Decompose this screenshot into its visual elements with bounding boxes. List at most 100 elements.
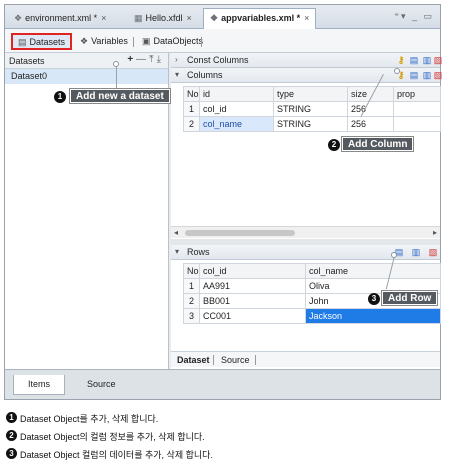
table-row[interactable]: 1 col_id STRING 256 — [183, 101, 441, 117]
columns-table: No id type size prop 1 col_id STRING 256… — [183, 86, 441, 132]
footnote-text: Dataset Object를 추가, 삭제 합니다. — [20, 414, 159, 424]
tab-source[interactable]: Source — [73, 375, 130, 395]
add-column-icon[interactable]: ▤ — [409, 55, 419, 65]
dataobjects-icon: ▣ — [142, 36, 151, 46]
collapse-icon[interactable]: ▾ — [175, 70, 179, 79]
import-icon[interactable]: ⤒ — [149, 54, 156, 65]
footnote-item: 2 Dataset Object의 컬럼 정보를 추가, 삭제 합니다. — [6, 430, 213, 448]
tab-dataobjects[interactable]: ▣ DataObjects — [137, 33, 208, 50]
row-number: 2 — [183, 293, 200, 309]
sub-tab-bar: ▤ Datasets ❖ Variables ▣ DataObjects — [5, 29, 440, 53]
column-header: col_name — [305, 263, 441, 279]
delete-row-icon[interactable]: ▧ — [428, 247, 438, 257]
table-cell[interactable]: col_id — [199, 101, 274, 117]
insert-column-icon[interactable]: ▥ — [422, 55, 432, 65]
export-icon[interactable]: ⤓ — [157, 54, 164, 65]
callout-number-badge: 1 — [54, 91, 66, 103]
tab-items[interactable]: Items — [13, 375, 66, 395]
tab-environment-xml[interactable]: ❖ environment.xml * × — [7, 8, 113, 29]
table-cell[interactable]: STRING — [273, 101, 348, 117]
table-cell-editing[interactable]: Jackson — [305, 308, 441, 324]
column-header: No — [183, 86, 200, 102]
column-header: col_id — [199, 263, 306, 279]
callout-anchor-dot — [391, 252, 397, 258]
close-icon[interactable]: × — [187, 13, 192, 23]
footnote-number-badge: 1 — [6, 412, 17, 423]
window-controls[interactable]: ⁼▾ _ ▭ — [394, 11, 434, 22]
tab-source[interactable]: Source — [221, 355, 250, 365]
table-row[interactable]: 3 CC001 Jackson — [183, 308, 441, 324]
rows-title: Rows — [187, 247, 210, 257]
delete-column-icon[interactable]: ▧ — [433, 70, 443, 80]
column-header: type — [273, 86, 348, 102]
column-header: No — [183, 263, 200, 279]
add-column-icon[interactable]: ▤ — [409, 70, 419, 80]
table-cell[interactable] — [393, 101, 441, 117]
table-row[interactable]: 2 col_name STRING 256 — [183, 116, 441, 132]
columns-title: Columns — [187, 70, 223, 80]
tab-separator — [201, 37, 202, 47]
table-header-row: No id type size prop — [183, 86, 441, 102]
tab-separator — [133, 37, 134, 47]
tab-appvariables-xml[interactable]: ❖ appvariables.xml * × — [203, 8, 317, 29]
key-icon[interactable]: ⚷ — [396, 55, 406, 65]
footnote-item: 3 Dataset Object 컬럼의 데이터를 추가, 삭제 합니다. — [6, 448, 213, 466]
row-number: 1 — [183, 101, 200, 117]
scroll-left-icon[interactable]: ◂ — [174, 228, 178, 237]
table-cell[interactable]: STRING — [273, 116, 348, 132]
tab-datasets[interactable]: ▤ Datasets — [11, 33, 73, 50]
tab-variables[interactable]: ❖ Variables — [75, 33, 133, 50]
column-header: id — [199, 86, 274, 102]
callout-leader-line — [116, 64, 117, 92]
callout-add-dataset: Add new a dataset — [70, 89, 170, 103]
row-number: 2 — [183, 116, 200, 132]
dataset-list-item[interactable]: Dataset0 — [5, 69, 168, 84]
dataset-detail-area: › Const Columns ⚷ ▤ ▥ ▧ ▾ Columns ⚷ ▤ ▥ … — [171, 53, 443, 369]
insert-column-icon[interactable]: ▥ — [422, 70, 432, 80]
row-number: 1 — [183, 278, 200, 294]
close-icon[interactable]: × — [101, 13, 106, 23]
callout-anchor-dot — [113, 61, 119, 67]
add-dataset-icon[interactable]: + — [127, 54, 136, 65]
collapse-icon[interactable]: ▾ — [175, 247, 179, 256]
scroll-right-icon[interactable]: ▸ — [433, 228, 437, 237]
callout-number-badge: 2 — [328, 139, 340, 151]
bottom-tab-bar: Items Source — [5, 369, 440, 399]
callout-add-row: Add Row — [382, 291, 438, 305]
table-cell[interactable]: 256 — [347, 101, 394, 117]
datasets-panel-title: Datasets — [9, 56, 45, 66]
insert-row-icon[interactable]: ▥ — [411, 247, 421, 257]
const-columns-header[interactable]: › Const Columns ⚷ ▤ ▥ ▧ — [171, 53, 443, 68]
footnote-number-badge: 2 — [6, 430, 17, 441]
scrollbar-thumb[interactable] — [185, 230, 295, 236]
rows-header[interactable]: ▾ Rows ▤ ▥ ▧ — [171, 245, 440, 260]
expand-icon[interactable]: › — [175, 55, 178, 64]
datasets-panel-header: Datasets +—⤒⤓ — [5, 53, 168, 69]
row-number: 3 — [183, 308, 200, 324]
footnote-number-badge: 3 — [6, 448, 17, 459]
tab-separator — [255, 355, 256, 365]
table-cell[interactable]: AA991 — [199, 278, 306, 294]
datasets-toolbar: +—⤒⤓ — [127, 54, 164, 65]
xml-icon: ❖ — [210, 13, 219, 23]
editor-window: ❖ environment.xml * × ▦ Hello.xfdl × ❖ appvar… — [4, 4, 443, 400]
column-header: prop — [393, 86, 441, 102]
table-cell[interactable]: col_name — [199, 116, 274, 132]
delete-column-icon[interactable]: ▧ — [433, 55, 443, 65]
footnote-text: Dataset Object의 컬럼 정보를 추가, 삭제 합니다. — [20, 432, 205, 442]
tab-dataset[interactable]: Dataset — [177, 355, 210, 365]
table-cell[interactable] — [393, 116, 441, 132]
tab-hello-xfdl[interactable]: ▦ Hello.xfdl × — [127, 8, 199, 29]
horizontal-scrollbar[interactable]: ◂ ▸ — [171, 226, 440, 238]
const-columns-title: Const Columns — [187, 55, 249, 65]
table-cell[interactable]: 256 — [347, 116, 394, 132]
footnote-item: 1 Dataset Object를 추가, 삭제 합니다. — [6, 412, 213, 430]
remove-dataset-icon[interactable]: — — [136, 54, 149, 65]
table-cell[interactable]: BB001 — [199, 293, 306, 309]
footnote-text: Dataset Object 컬럼의 데이터를 추가, 삭제 합니다. — [20, 450, 213, 460]
close-icon[interactable]: × — [304, 13, 309, 23]
rows-view-tabs: Dataset Source — [171, 351, 440, 367]
tab-separator — [213, 355, 214, 365]
footnotes: 1 Dataset Object를 추가, 삭제 합니다. 2 Dataset Ob… — [6, 412, 213, 466]
table-cell[interactable]: CC001 — [199, 308, 306, 324]
